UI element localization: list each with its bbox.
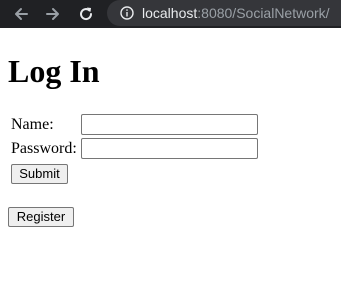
name-input[interactable] (81, 114, 258, 135)
forward-arrow-icon (46, 8, 59, 20)
register-button[interactable]: Register (8, 207, 74, 227)
password-input[interactable] (81, 138, 258, 159)
info-icon[interactable] (120, 6, 134, 20)
reload-button[interactable] (76, 4, 96, 24)
back-button[interactable] (11, 4, 31, 24)
forward-button[interactable] (43, 4, 63, 24)
url-path: :8080/SocialNetwork/ (197, 5, 330, 21)
password-label: Password: (11, 140, 77, 157)
submit-button[interactable]: Submit (11, 164, 68, 184)
browser-toolbar: localhost:8080/SocialNetwork/ (0, 0, 341, 28)
reload-icon (80, 7, 93, 21)
name-label: Name: (11, 116, 54, 133)
url-text[interactable]: localhost:8080/SocialNetwork/ (142, 4, 330, 22)
back-arrow-icon (15, 8, 28, 20)
page-title: Log In (8, 53, 100, 89)
address-bar[interactable]: localhost:8080/SocialNetwork/ (107, 0, 341, 26)
url-host: localhost (142, 5, 198, 21)
